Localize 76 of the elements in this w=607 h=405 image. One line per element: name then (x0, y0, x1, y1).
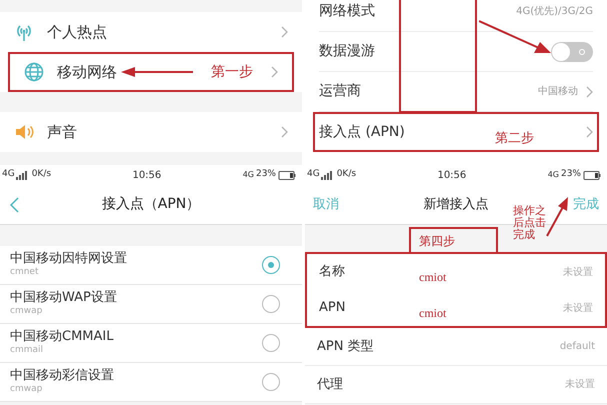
toggle-switch[interactable] (551, 42, 593, 62)
apn-value: cmwap (10, 384, 44, 395)
field-label: APN 类型 (317, 338, 375, 356)
row-label: 个人热点 (47, 22, 107, 43)
battery-percent: 23% (256, 168, 276, 182)
apn-name: 中国移动彩信设置 (10, 369, 114, 384)
form-row[interactable]: APN cmiot 未设置 (305, 290, 607, 328)
row-label: 接入点 (APN) (319, 122, 405, 142)
settings-row[interactable]: 网络模式 4G(优先)/3G/2G (319, 0, 593, 32)
step-annotation: 第二步 (494, 130, 534, 148)
signal-icon (16, 170, 28, 180)
battery-icon (278, 170, 296, 180)
network-type: 4G (2, 168, 15, 182)
field-label: 名称 (319, 263, 346, 282)
signal-icon (320, 170, 333, 180)
speaker-icon (14, 122, 34, 142)
arrow-drawing (479, 20, 551, 54)
apn-name: 中国移动CMMAIL (10, 330, 114, 345)
radio-button[interactable] (262, 334, 280, 352)
clock-time: 10:56 (131, 168, 162, 182)
done-annotation: 操作之后点击完成 (513, 205, 547, 241)
battery-percent: 23% (560, 168, 581, 182)
row-label: 数据漫游 (319, 42, 375, 61)
network-type: 4G (548, 169, 559, 181)
chevron-icon (271, 66, 278, 78)
network-type: 4G (242, 169, 254, 181)
settings-row[interactable]: 数据漫游 (319, 32, 593, 72)
apn-item[interactable]: 中国移动WAP设置 cmwap (0, 285, 302, 324)
row-label: 声音 (47, 122, 77, 143)
field-value: 未设置 (565, 378, 595, 392)
page-title: 接入点（APN） (102, 195, 200, 214)
typed-annotation: cmiot (419, 305, 446, 322)
typed-annotation: cmiot (419, 269, 446, 286)
arrow-drawing (121, 66, 193, 78)
row-label: 运营商 (319, 82, 361, 101)
chevron-icon (281, 26, 288, 38)
row-value: 中国移动 (538, 84, 578, 99)
back-icon[interactable] (10, 196, 19, 212)
settings-row[interactable]: 移动网络 第一步 (8, 52, 294, 92)
field-value: 未设置 (563, 266, 593, 280)
field-label: 代理 (317, 376, 344, 394)
clock-time: 10:56 (436, 168, 468, 182)
step-annotation: 第一步 (211, 62, 253, 82)
row-label: 移动网络 (57, 62, 117, 83)
apn-item[interactable]: 中国移动CMMAIL cmmail (0, 324, 302, 363)
apn-item[interactable]: 中国移动因特网设置 cmnet (0, 246, 302, 285)
apn-value: cmmail (10, 345, 44, 356)
chevron-icon (586, 86, 593, 98)
network-type: 4G (307, 168, 320, 182)
step-annotation: 第四步 (409, 227, 498, 253)
network-speed: 0K/s (32, 168, 52, 182)
form-row[interactable]: 代理 未设置 (305, 366, 607, 404)
chevron-icon (281, 126, 288, 138)
apn-value: cmwap (10, 306, 44, 317)
chevron-icon (586, 126, 593, 138)
form-row[interactable]: APN 类型 default (305, 328, 607, 366)
row-label: 网络模式 (319, 2, 375, 21)
row-value: 4G(优先)/3G/2G (516, 4, 593, 19)
settings-row[interactable]: 运营商 中国移动 (319, 72, 593, 112)
globe-icon (24, 62, 44, 82)
apn-value: cmnet (10, 267, 40, 278)
field-value: 未设置 (563, 302, 593, 316)
radio-button[interactable] (262, 256, 280, 274)
page-title: 新增接入点 (424, 196, 488, 214)
apn-item[interactable]: 中国移动彩信设置 cmwap (0, 363, 302, 402)
network-speed: 0K/s (336, 168, 356, 182)
settings-row[interactable]: 接入点 (APN) 第二步 (313, 112, 599, 152)
radio-button[interactable] (262, 295, 280, 313)
radio-button[interactable] (262, 373, 280, 391)
apn-name: 中国移动因特网设置 (10, 252, 127, 268)
form-row[interactable]: 名称 cmiot 未设置 (305, 252, 607, 290)
battery-icon (583, 170, 601, 180)
field-label: APN (319, 299, 346, 318)
apn-name: 中国移动WAP设置 (10, 291, 117, 306)
field-value: default (560, 340, 595, 354)
arrow-drawing (545, 197, 569, 237)
